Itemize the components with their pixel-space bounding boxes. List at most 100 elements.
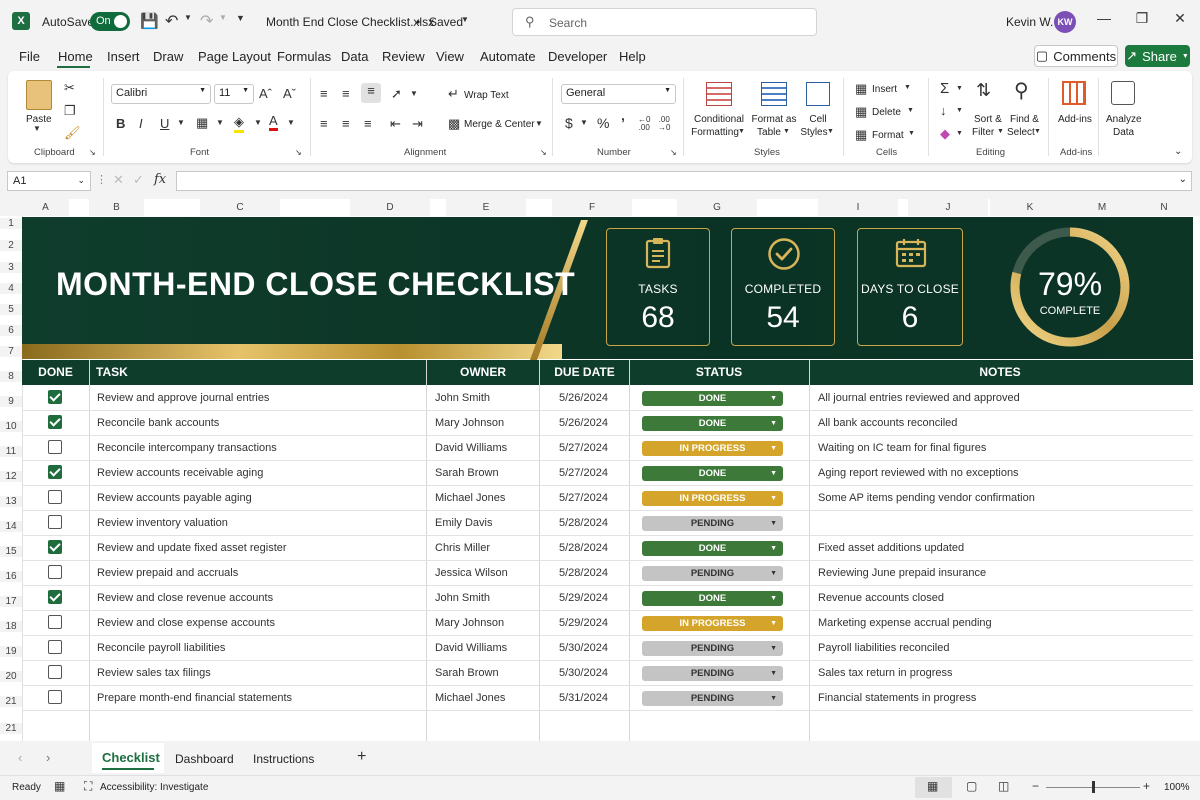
task-cell[interactable]: Review accounts receivable aging bbox=[97, 467, 263, 479]
owner-cell[interactable]: John Smith bbox=[435, 592, 490, 604]
undo-icon[interactable]: ↶ bbox=[165, 11, 178, 31]
row-header[interactable]: 5 bbox=[0, 304, 22, 315]
increase-decimal-icon[interactable]: ←0.00 bbox=[638, 116, 650, 132]
status-badge[interactable]: DONE ▼ bbox=[642, 591, 783, 606]
delete-dropdown-icon[interactable]: ▼ bbox=[907, 107, 914, 114]
insert-cells-button[interactable]: Insert bbox=[872, 83, 897, 96]
autosum-dropdown-icon[interactable]: ▼ bbox=[956, 85, 963, 92]
owner-cell[interactable]: Sarah Brown bbox=[435, 467, 499, 479]
row-header[interactable]: 8 bbox=[0, 371, 22, 382]
column-header-b[interactable]: B bbox=[89, 199, 144, 216]
row-header[interactable]: 19 bbox=[0, 646, 22, 657]
status-badge[interactable]: PENDING ▼ bbox=[642, 691, 783, 706]
notes-cell[interactable]: Fixed asset additions updated bbox=[818, 542, 964, 554]
borders-dropdown-icon[interactable]: ▼ bbox=[216, 118, 224, 127]
autosum-icon[interactable]: Σ bbox=[940, 80, 949, 97]
row-header[interactable]: 3 bbox=[0, 262, 22, 273]
task-cell[interactable]: Review and approve journal entries bbox=[97, 392, 269, 404]
done-checkbox[interactable] bbox=[48, 590, 62, 604]
row-header[interactable]: 9 bbox=[0, 396, 22, 407]
status-dropdown-icon[interactable]: ▼ bbox=[770, 591, 777, 606]
menu-page-layout[interactable]: Page Layout bbox=[198, 49, 271, 64]
align-bottom-icon[interactable]: ≡ bbox=[361, 83, 381, 103]
status-dropdown-icon[interactable]: ▼ bbox=[770, 541, 777, 556]
column-header-c[interactable]: C bbox=[200, 199, 280, 216]
delete-cells-button[interactable]: Delete bbox=[872, 106, 901, 119]
orientation-icon[interactable]: ➚ bbox=[391, 86, 402, 102]
status-dropdown-icon[interactable]: ▼ bbox=[770, 516, 777, 531]
sheet-tab-checklist[interactable]: Checklist bbox=[92, 743, 164, 773]
cell-styles-icon[interactable] bbox=[806, 82, 830, 106]
format-as-table-label-2[interactable]: Table bbox=[751, 126, 787, 139]
underline-dropdown-icon[interactable]: ▼ bbox=[177, 118, 185, 127]
currency-dropdown-icon[interactable]: ▼ bbox=[580, 118, 588, 127]
undo-dropdown-icon[interactable]: ▼ bbox=[184, 13, 192, 22]
expand-formula-icon[interactable]: ⌄ bbox=[1179, 174, 1187, 185]
row-header[interactable]: 4 bbox=[0, 283, 22, 294]
align-middle-icon[interactable]: ≡ bbox=[342, 86, 350, 101]
row-header[interactable]: 21 bbox=[0, 723, 22, 734]
menu-help[interactable]: Help bbox=[619, 49, 646, 64]
merge-center-icon[interactable]: ▩ bbox=[448, 116, 460, 132]
owner-cell[interactable]: Mary Johnson bbox=[435, 417, 504, 429]
status-dropdown-icon[interactable]: ▼ bbox=[770, 466, 777, 481]
format-dropdown-icon[interactable]: ▼ bbox=[908, 130, 915, 137]
column-header-j[interactable]: J bbox=[908, 199, 988, 216]
close-icon[interactable]: ✕ bbox=[1168, 10, 1192, 32]
owner-cell[interactable]: Michael Jones bbox=[435, 492, 505, 504]
owner-cell[interactable]: John Smith bbox=[435, 392, 490, 404]
header-owner[interactable]: OWNER bbox=[427, 365, 539, 379]
font-name-select[interactable]: Calibri ▼ bbox=[111, 84, 211, 104]
done-checkbox[interactable] bbox=[48, 690, 62, 704]
fill-color-icon[interactable]: ◈ bbox=[234, 114, 244, 133]
paste-icon[interactable] bbox=[26, 80, 52, 110]
autosave-toggle[interactable]: On bbox=[90, 12, 130, 31]
fill-color-dropdown-icon[interactable]: ▼ bbox=[254, 118, 262, 127]
owner-cell[interactable]: Sarah Brown bbox=[435, 667, 499, 679]
done-checkbox[interactable] bbox=[48, 390, 62, 404]
status-badge[interactable]: DONE ▼ bbox=[642, 541, 783, 556]
notes-cell[interactable]: Marketing expense accrual pending bbox=[818, 617, 992, 629]
format-cells-icon[interactable]: ▦ bbox=[855, 127, 867, 143]
status-dropdown-icon[interactable]: ▼ bbox=[770, 391, 777, 406]
align-top-icon[interactable]: ≡ bbox=[320, 86, 328, 101]
save-icon[interactable]: 💾 bbox=[140, 12, 159, 30]
due-date-cell[interactable]: 5/27/2024 bbox=[559, 492, 608, 504]
owner-cell[interactable]: David Williams bbox=[435, 442, 507, 454]
status-badge[interactable]: DONE ▼ bbox=[642, 391, 783, 406]
sheet-tab-instructions[interactable]: Instructions bbox=[253, 752, 314, 766]
status-dropdown-icon[interactable]: ▼ bbox=[770, 616, 777, 631]
notes-cell[interactable]: Financial statements in progress bbox=[818, 692, 976, 704]
cut-icon[interactable]: ✂ bbox=[64, 80, 75, 96]
customize-toolbar-icon[interactable]: ▼ bbox=[236, 13, 245, 23]
menu-home[interactable]: Home bbox=[58, 49, 93, 64]
delete-cells-icon[interactable]: ▦ bbox=[855, 104, 867, 120]
alignment-launcher-icon[interactable]: ↘ bbox=[540, 148, 547, 157]
done-checkbox[interactable] bbox=[48, 665, 62, 679]
header-task[interactable]: TASK bbox=[96, 365, 128, 379]
due-date-cell[interactable]: 5/28/2024 bbox=[559, 567, 608, 579]
clear-dropdown-icon[interactable]: ▼ bbox=[956, 130, 963, 137]
format-painter-icon[interactable]: 🖌 bbox=[64, 125, 81, 141]
due-date-cell[interactable]: 5/31/2024 bbox=[559, 692, 608, 704]
due-date-cell[interactable]: 5/27/2024 bbox=[559, 467, 608, 479]
fill-dropdown-icon[interactable]: ▼ bbox=[956, 107, 963, 114]
zoom-in-icon[interactable]: + bbox=[1143, 779, 1150, 793]
align-center-icon[interactable]: ≡ bbox=[342, 116, 350, 131]
cancel-entry-icon[interactable]: ✕ bbox=[113, 172, 124, 188]
comma-style-icon[interactable]: ʼ bbox=[621, 115, 625, 131]
column-header-f[interactable]: F bbox=[552, 199, 632, 216]
menu-formulas[interactable]: Formulas bbox=[277, 49, 331, 64]
done-checkbox[interactable] bbox=[48, 465, 62, 479]
clear-icon[interactable]: ◆ bbox=[940, 126, 950, 142]
notes-cell[interactable]: Some AP items pending vendor confirmatio… bbox=[818, 492, 1035, 504]
increase-indent-icon[interactable]: ⇥ bbox=[412, 116, 423, 132]
done-checkbox[interactable] bbox=[48, 440, 62, 454]
decrease-indent-icon[interactable]: ⇤ bbox=[390, 116, 401, 132]
task-cell[interactable]: Review prepaid and accruals bbox=[97, 567, 238, 579]
done-checkbox[interactable] bbox=[48, 640, 62, 654]
row-header[interactable]: 13 bbox=[0, 496, 22, 507]
cell-styles-label-1[interactable]: Cell bbox=[805, 113, 831, 126]
done-checkbox[interactable] bbox=[48, 540, 62, 554]
status-dropdown-icon[interactable]: ▼ bbox=[770, 691, 777, 706]
